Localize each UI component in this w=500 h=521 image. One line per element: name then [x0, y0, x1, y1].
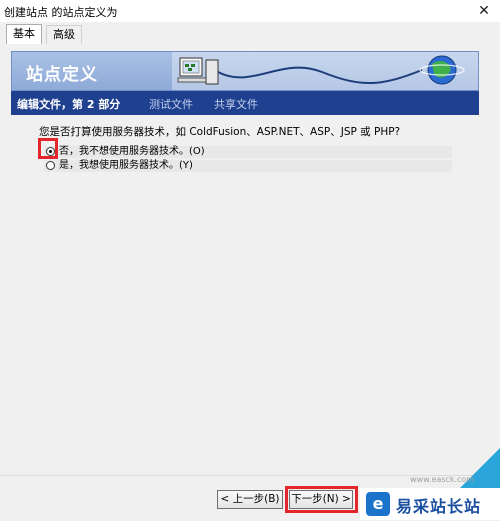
- tab-bar: 基本 高级: [0, 22, 500, 45]
- radio-button-yes[interactable]: [46, 161, 55, 170]
- radio-option-yes[interactable]: 是，我想使用服务器技术。(Y): [44, 160, 452, 172]
- network-illustration-icon: [172, 52, 478, 90]
- step-testing-files: 测试文件: [149, 98, 193, 111]
- step-sharing-files: 共享文件: [214, 98, 258, 111]
- watermark: e 易采站长站: [360, 488, 500, 520]
- highlight-next-box: [285, 486, 358, 513]
- radio-option-no[interactable]: 否，我不想使用服务器技术。(O): [44, 146, 452, 158]
- step-bar: 编辑文件，第 2 部分 测试文件 共享文件: [11, 91, 479, 115]
- back-button[interactable]: < 上一步(B): [217, 490, 283, 509]
- tab-advanced[interactable]: 高级: [46, 25, 82, 44]
- highlight-radio-box: [38, 138, 58, 159]
- wizard-banner: 站点定义: [11, 51, 479, 91]
- tab-basic[interactable]: 基本: [6, 24, 42, 45]
- server-tech-question: 您是否打算使用服务器技术，如 ColdFusion、ASP.NET、ASP、JS…: [39, 126, 401, 138]
- radio-label-yes[interactable]: 是，我想使用服务器技术。(Y): [59, 160, 193, 172]
- close-icon[interactable]: ✕: [468, 0, 500, 22]
- window-title: 创建站点 的站点定义为: [4, 6, 118, 19]
- watermark-logo-icon: e: [366, 492, 390, 516]
- step-edit-files-part2: 编辑文件，第 2 部分: [17, 98, 121, 111]
- radio-label-no[interactable]: 否，我不想使用服务器技术。(O): [59, 146, 205, 158]
- watermark-url: www.easck.com: [410, 475, 475, 484]
- banner-title: 站点定义: [26, 65, 98, 85]
- watermark-text: 易采站长站: [396, 497, 482, 516]
- title-bar: 创建站点 的站点定义为 ✕: [0, 0, 500, 22]
